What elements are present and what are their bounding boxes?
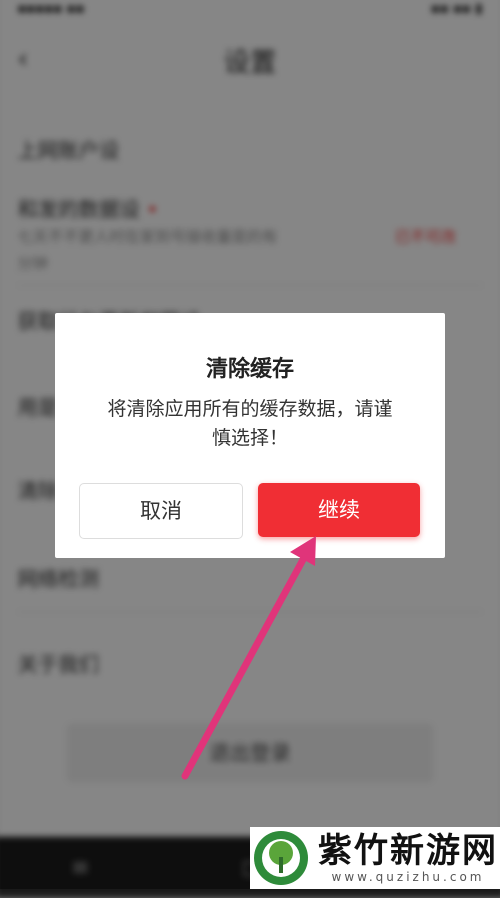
watermark: 紫竹新游网 www.quzizhu.com [250, 827, 500, 889]
watermark-name: 紫竹新游网 [318, 831, 498, 871]
cancel-button[interactable]: 取消 [79, 483, 243, 539]
continue-button[interactable]: 继续 [258, 483, 420, 537]
dialog-message-line-1: 将清除应用所有的缓存数据，请谨 [107, 398, 393, 420]
dialog-message-line-2: 慎选择！ [211, 427, 288, 449]
dialog-title: 清除缓存 [205, 357, 294, 382]
dialog-message: 将清除应用所有的缓存数据，请谨 慎选择！ [75, 395, 425, 453]
clear-cache-dialog: 清除缓存 将清除应用所有的缓存数据，请谨 慎选择！ 取消 继续 [55, 313, 445, 558]
watermark-text: 紫竹新游网 www.quzizhu.com [318, 832, 498, 884]
tree-logo-icon [254, 831, 308, 885]
watermark-url: www.quzizhu.com [331, 870, 485, 884]
